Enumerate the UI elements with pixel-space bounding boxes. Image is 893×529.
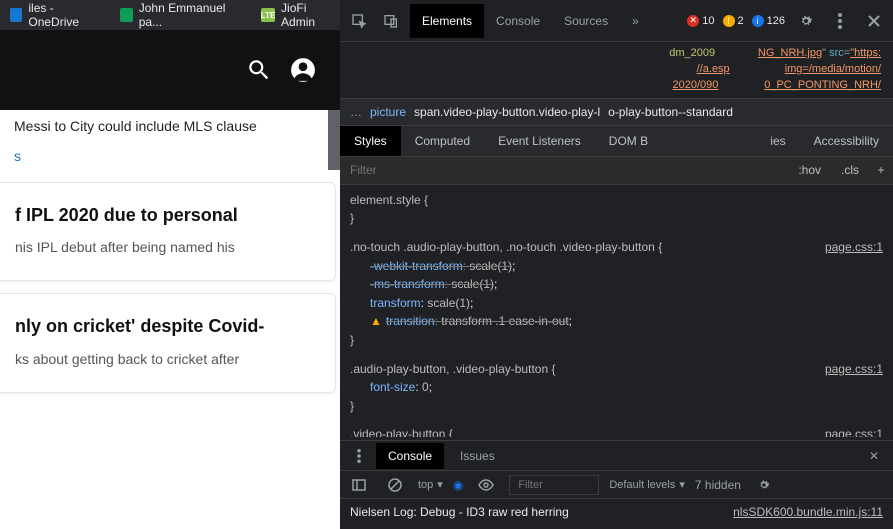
article-headline[interactable]: Messi to City could include MLS clause: [14, 110, 326, 136]
info-icon: i: [752, 15, 764, 27]
style-rule[interactable]: page.css:1 .no-touch .audio-play-button,…: [350, 238, 883, 350]
styles-subtabs: Styles Computed Event Listeners DOM B ie…: [340, 126, 893, 157]
kebab-icon[interactable]: [827, 8, 853, 34]
card-title: nly on cricket' despite Covid-: [15, 314, 315, 338]
chevron-down-icon: ▾: [437, 478, 443, 491]
card-body: nis IPL debut after being named his: [15, 237, 315, 258]
subtab-dom[interactable]: DOM B: [595, 126, 662, 156]
subtab-properties[interactable]: ies: [756, 126, 799, 156]
tab-sources[interactable]: Sources: [552, 4, 620, 38]
drawer-toolbar: top ▾ ◉ Default levels ▾ 7 hidden: [340, 471, 893, 499]
warning-count[interactable]: !2: [723, 15, 744, 27]
gear-icon[interactable]: [793, 8, 819, 34]
device-toggle-icon[interactable]: [378, 8, 404, 34]
subtab-computed[interactable]: Computed: [401, 126, 484, 156]
cls-toggle[interactable]: .cls: [831, 163, 869, 177]
warning-icon: !: [723, 15, 735, 27]
devtools-panel: Elements Console Sources » ✕10 !2 i126 d…: [340, 0, 893, 529]
gear-icon[interactable]: [751, 472, 777, 498]
article-card[interactable]: nly on cricket' despite Covid- ks about …: [0, 293, 336, 392]
style-rule[interactable]: element.style { }: [350, 191, 883, 228]
subtab-event-listeners[interactable]: Event Listeners: [484, 126, 595, 156]
source-link[interactable]: page.css:1: [825, 238, 883, 257]
filter-dot-icon: ◉: [453, 478, 463, 492]
close-icon[interactable]: ✕: [861, 449, 887, 463]
tab-label: John Emmanuel pa...: [139, 1, 239, 29]
devtools-toolbar: Elements Console Sources » ✕10 !2 i126: [340, 0, 893, 42]
browser-tabstrip: iles - OneDrive John Emmanuel pa... LTE …: [0, 0, 340, 30]
console-drawer: Console Issues ✕ top ▾ ◉ Default levels …: [340, 440, 893, 529]
subtab-accessibility[interactable]: Accessibility: [800, 126, 893, 156]
lte-icon: LTE: [261, 8, 275, 22]
warning-icon: ▲: [370, 314, 382, 328]
drawer-tab-console[interactable]: Console: [376, 443, 444, 469]
context-selector[interactable]: top ▾: [418, 478, 443, 491]
close-icon[interactable]: [861, 8, 887, 34]
scrollbar-thumb[interactable]: [328, 110, 340, 170]
account-icon[interactable]: [290, 57, 316, 83]
breadcrumb-item[interactable]: o-play-button--standard: [608, 105, 733, 119]
dom-source-line[interactable]: dm_2009 NG_NRH.jpg" src="https: //a.esp …: [340, 42, 893, 98]
style-rule[interactable]: page.css:1 .audio-play-button, .video-pl…: [350, 360, 883, 416]
article-card[interactable]: f IPL 2020 due to personal nis IPL debut…: [0, 182, 336, 281]
sidebar-toggle-icon[interactable]: [346, 472, 372, 498]
log-message: Nielsen Log: Debug - ID3 raw red herring: [350, 505, 569, 519]
card-title: f IPL 2020 due to personal: [15, 203, 315, 227]
styles-filter-input[interactable]: [340, 163, 788, 177]
source-link[interactable]: page.css:1: [825, 425, 883, 436]
subtab-styles[interactable]: Styles: [340, 126, 401, 156]
styles-filterbar: :hov .cls +: [340, 157, 893, 185]
drawer-tabs: Console Issues ✕: [340, 441, 893, 471]
tab-elements[interactable]: Elements: [410, 4, 484, 38]
browser-tab[interactable]: iles - OneDrive: [4, 0, 104, 33]
log-levels-selector[interactable]: Default levels ▾: [609, 478, 685, 491]
chevron-down-icon: ▾: [679, 478, 685, 491]
eye-icon[interactable]: [473, 472, 499, 498]
inspect-icon[interactable]: [346, 8, 372, 34]
sheets-icon: [120, 8, 132, 22]
style-rule[interactable]: page.css:1 .video-play-button { cursor: …: [350, 425, 883, 436]
console-log-line: Nielsen Log: Debug - ID3 raw red herring…: [340, 499, 893, 529]
breadcrumb-item[interactable]: span.video-play-button.video-play-l: [414, 105, 600, 119]
kebab-icon[interactable]: [346, 443, 372, 469]
status-area: ✕10 !2 i126: [687, 8, 887, 34]
tab-label: iles - OneDrive: [28, 1, 98, 29]
error-icon: ✕: [687, 15, 699, 27]
tab-console[interactable]: Console: [484, 4, 552, 38]
error-count[interactable]: ✕10: [687, 15, 714, 27]
source-link[interactable]: nlsSDK600.bundle.min.js:11: [733, 505, 883, 519]
breadcrumb-overflow[interactable]: …: [350, 105, 362, 119]
breadcrumb-item[interactable]: picture: [370, 105, 406, 119]
tab-label: JioFi Admin: [281, 1, 334, 29]
clear-console-icon[interactable]: [382, 472, 408, 498]
breadcrumb[interactable]: … picture span.video-play-button.video-p…: [340, 98, 893, 126]
styles-pane: element.style { } page.css:1 .no-touch .…: [340, 185, 893, 437]
devtools-main-tabs: Elements Console Sources »: [410, 4, 651, 38]
page-hero: [0, 30, 340, 110]
card-body: ks about getting back to cricket after: [15, 349, 315, 370]
hov-toggle[interactable]: :hov: [788, 163, 831, 177]
new-rule-button[interactable]: +: [869, 163, 893, 177]
drawer-tab-issues[interactable]: Issues: [448, 443, 507, 469]
source-link[interactable]: page.css:1: [825, 360, 883, 379]
hidden-count[interactable]: 7 hidden: [695, 478, 741, 492]
webpage-pane: iles - OneDrive John Emmanuel pa... LTE …: [0, 0, 340, 529]
info-count[interactable]: i126: [752, 15, 785, 27]
browser-tab[interactable]: John Emmanuel pa...: [114, 0, 245, 33]
console-filter-input[interactable]: [509, 475, 599, 495]
search-icon[interactable]: [246, 57, 272, 83]
tab-overflow[interactable]: »: [620, 4, 651, 38]
onedrive-icon: [10, 8, 22, 22]
link-stub[interactable]: s: [14, 136, 326, 170]
browser-tab[interactable]: LTE JioFi Admin: [255, 0, 340, 33]
